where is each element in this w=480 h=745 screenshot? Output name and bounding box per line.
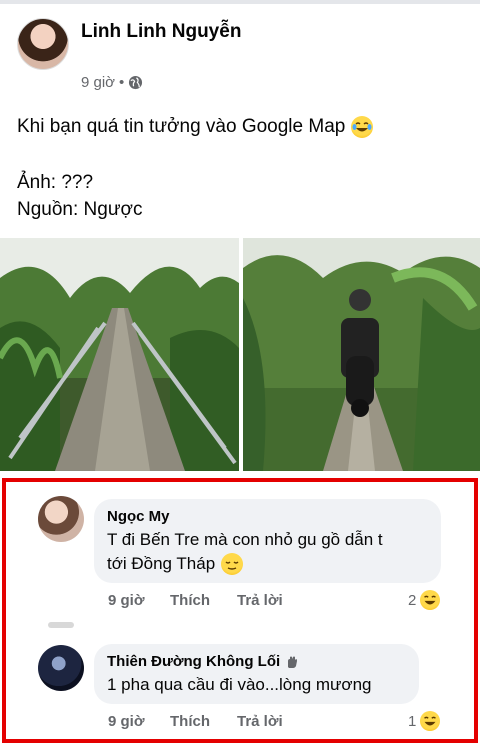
author-avatar[interactable] — [17, 18, 69, 70]
reply-button[interactable]: Trả lời — [237, 592, 283, 609]
post-meta: 9 giờ • — [81, 74, 143, 91]
comment-time[interactable]: 9 giờ — [108, 713, 170, 730]
commenter-name[interactable]: Thiên Đường Không Lối — [107, 653, 406, 670]
post-caption: Khi bạn quá tin tưởng vào Google Map — [17, 116, 346, 137]
reaction-count[interactable]: 2 — [408, 590, 441, 610]
comment-avatar[interactable] — [38, 496, 84, 542]
author-name[interactable]: Linh Linh Nguyễn — [81, 21, 241, 43]
comment-actions: 9 giờ Thích Trả lời — [108, 713, 283, 730]
comment-bubble: Ngọc My T đi Bến Tre mà con nhỏ gu gồ dẫ… — [94, 499, 441, 583]
reaction-count[interactable]: 1 — [408, 711, 441, 731]
comment-actions: 9 giờ Thích Trả lời — [108, 592, 283, 609]
post-text-line-3: Nguồn: Ngược — [17, 199, 143, 220]
haha-reaction-icon — [420, 590, 441, 610]
partial-avatar — [48, 622, 74, 628]
reply-button[interactable]: Trả lời — [237, 713, 283, 730]
comment-time[interactable]: 9 giờ — [108, 592, 170, 609]
laughing-emoji — [351, 116, 374, 138]
relieved-emoji — [221, 553, 244, 575]
comment-avatar[interactable] — [38, 645, 84, 691]
commenter-name[interactable]: Ngọc My — [107, 508, 428, 525]
reaction-number: 1 — [408, 712, 417, 730]
post-text-line-1: Khi bạn quá tin tưởng vào Google Map — [17, 116, 374, 138]
comment-text-line-wrap: tới Đồng Tháp — [107, 552, 428, 576]
like-button[interactable]: Thích — [170, 592, 237, 609]
comment-text-line: T đi Bến Tre mà con nhỏ gu gồ dẫn t — [107, 530, 383, 549]
comment-text: 1 pha qua cầu đi vào...lòng mương — [107, 675, 372, 694]
comment-text: T đi Bến Tre mà con nhỏ gu gồ dẫn t tới … — [107, 528, 428, 576]
comment-bubble: Thiên Đường Không Lối 1 pha qua cầu đi v… — [94, 644, 419, 704]
globe-icon — [129, 75, 143, 90]
like-button[interactable]: Thích — [170, 713, 237, 730]
post-text-line-2: Ảnh: ??? — [17, 172, 94, 193]
photo-bridge[interactable] — [0, 238, 239, 471]
wave-badge-icon — [288, 656, 298, 668]
comment-text-line: tới Đồng Tháp — [107, 554, 216, 573]
commenter-name-text: Thiên Đường Không Lối — [107, 653, 281, 670]
photo-motorbike[interactable] — [243, 238, 480, 471]
top-divider — [0, 0, 480, 4]
haha-reaction-icon — [420, 711, 441, 731]
meta-separator: • — [119, 74, 125, 91]
reaction-number: 2 — [408, 591, 417, 609]
post-time[interactable]: 9 giờ — [81, 74, 115, 91]
